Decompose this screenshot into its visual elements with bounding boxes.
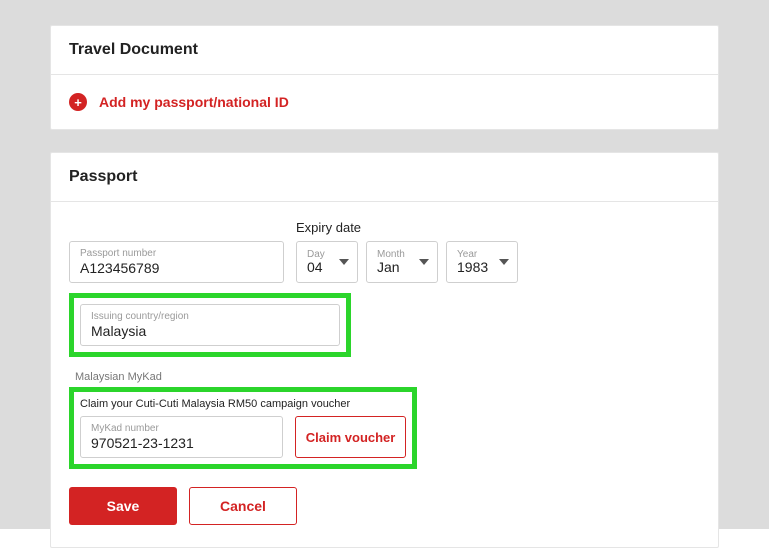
mykad-number-input[interactable]: MyKad number 970521-23-1231 bbox=[80, 416, 283, 458]
passport-form: Passport number A123456789 Expiry date D… bbox=[51, 202, 718, 547]
select-value: Jan bbox=[377, 260, 405, 275]
passport-number-label: Passport number bbox=[80, 248, 273, 259]
cancel-button[interactable]: Cancel bbox=[189, 487, 297, 525]
claim-voucher-button[interactable]: Claim voucher bbox=[295, 416, 406, 458]
travel-document-title: Travel Document bbox=[51, 26, 718, 75]
travel-document-card: Travel Document + Add my passport/nation… bbox=[50, 25, 719, 130]
passport-title: Passport bbox=[51, 153, 718, 202]
chevron-down-icon bbox=[339, 259, 349, 265]
issuing-country-input[interactable]: Issuing country/region Malaysia bbox=[80, 304, 340, 346]
issuing-country-value: Malaysia bbox=[91, 323, 329, 339]
expiry-selects: Day04 MonthJan Year1983 bbox=[296, 241, 518, 283]
select-value: 04 bbox=[307, 260, 325, 275]
passport-number-input[interactable]: Passport number A123456789 bbox=[69, 241, 284, 283]
issuing-country-label: Issuing country/region bbox=[91, 311, 329, 322]
chevron-down-icon bbox=[499, 259, 509, 265]
expiry-month-select[interactable]: MonthJan bbox=[366, 241, 438, 283]
expiry-year-select[interactable]: Year1983 bbox=[446, 241, 518, 283]
mykad-highlight: Claim your Cuti-Cuti Malaysia RM50 campa… bbox=[69, 387, 417, 469]
add-passport-link[interactable]: Add my passport/national ID bbox=[99, 94, 289, 110]
mykad-number-label: MyKad number bbox=[91, 423, 272, 434]
add-passport-row[interactable]: + Add my passport/national ID bbox=[51, 75, 718, 129]
select-value: 1983 bbox=[457, 260, 488, 275]
mykad-row: MyKad number 970521-23-1231 Claim vouche… bbox=[80, 416, 406, 458]
mykad-claim-text: Claim your Cuti-Cuti Malaysia RM50 campa… bbox=[80, 398, 406, 410]
mykad-number-value: 970521-23-1231 bbox=[91, 435, 272, 451]
expiry-day-select[interactable]: Day04 bbox=[296, 241, 358, 283]
expiry-label: Expiry date bbox=[296, 220, 518, 235]
page-root: Travel Document + Add my passport/nation… bbox=[0, 0, 769, 529]
passport-number-value: A123456789 bbox=[80, 260, 273, 276]
chevron-down-icon bbox=[419, 259, 429, 265]
passport-row-1: Passport number A123456789 Expiry date D… bbox=[69, 220, 700, 283]
save-button[interactable]: Save bbox=[69, 487, 177, 525]
passport-card: Passport Passport number A123456789 Expi… bbox=[50, 152, 719, 548]
plus-icon: + bbox=[69, 93, 87, 111]
expiry-group: Expiry date Day04 MonthJan Year1983 bbox=[296, 220, 518, 283]
mykad-section-title: Malaysian MyKad bbox=[75, 371, 700, 383]
issuing-highlight: Issuing country/region Malaysia bbox=[69, 293, 351, 357]
actions-row: Save Cancel bbox=[69, 487, 700, 525]
